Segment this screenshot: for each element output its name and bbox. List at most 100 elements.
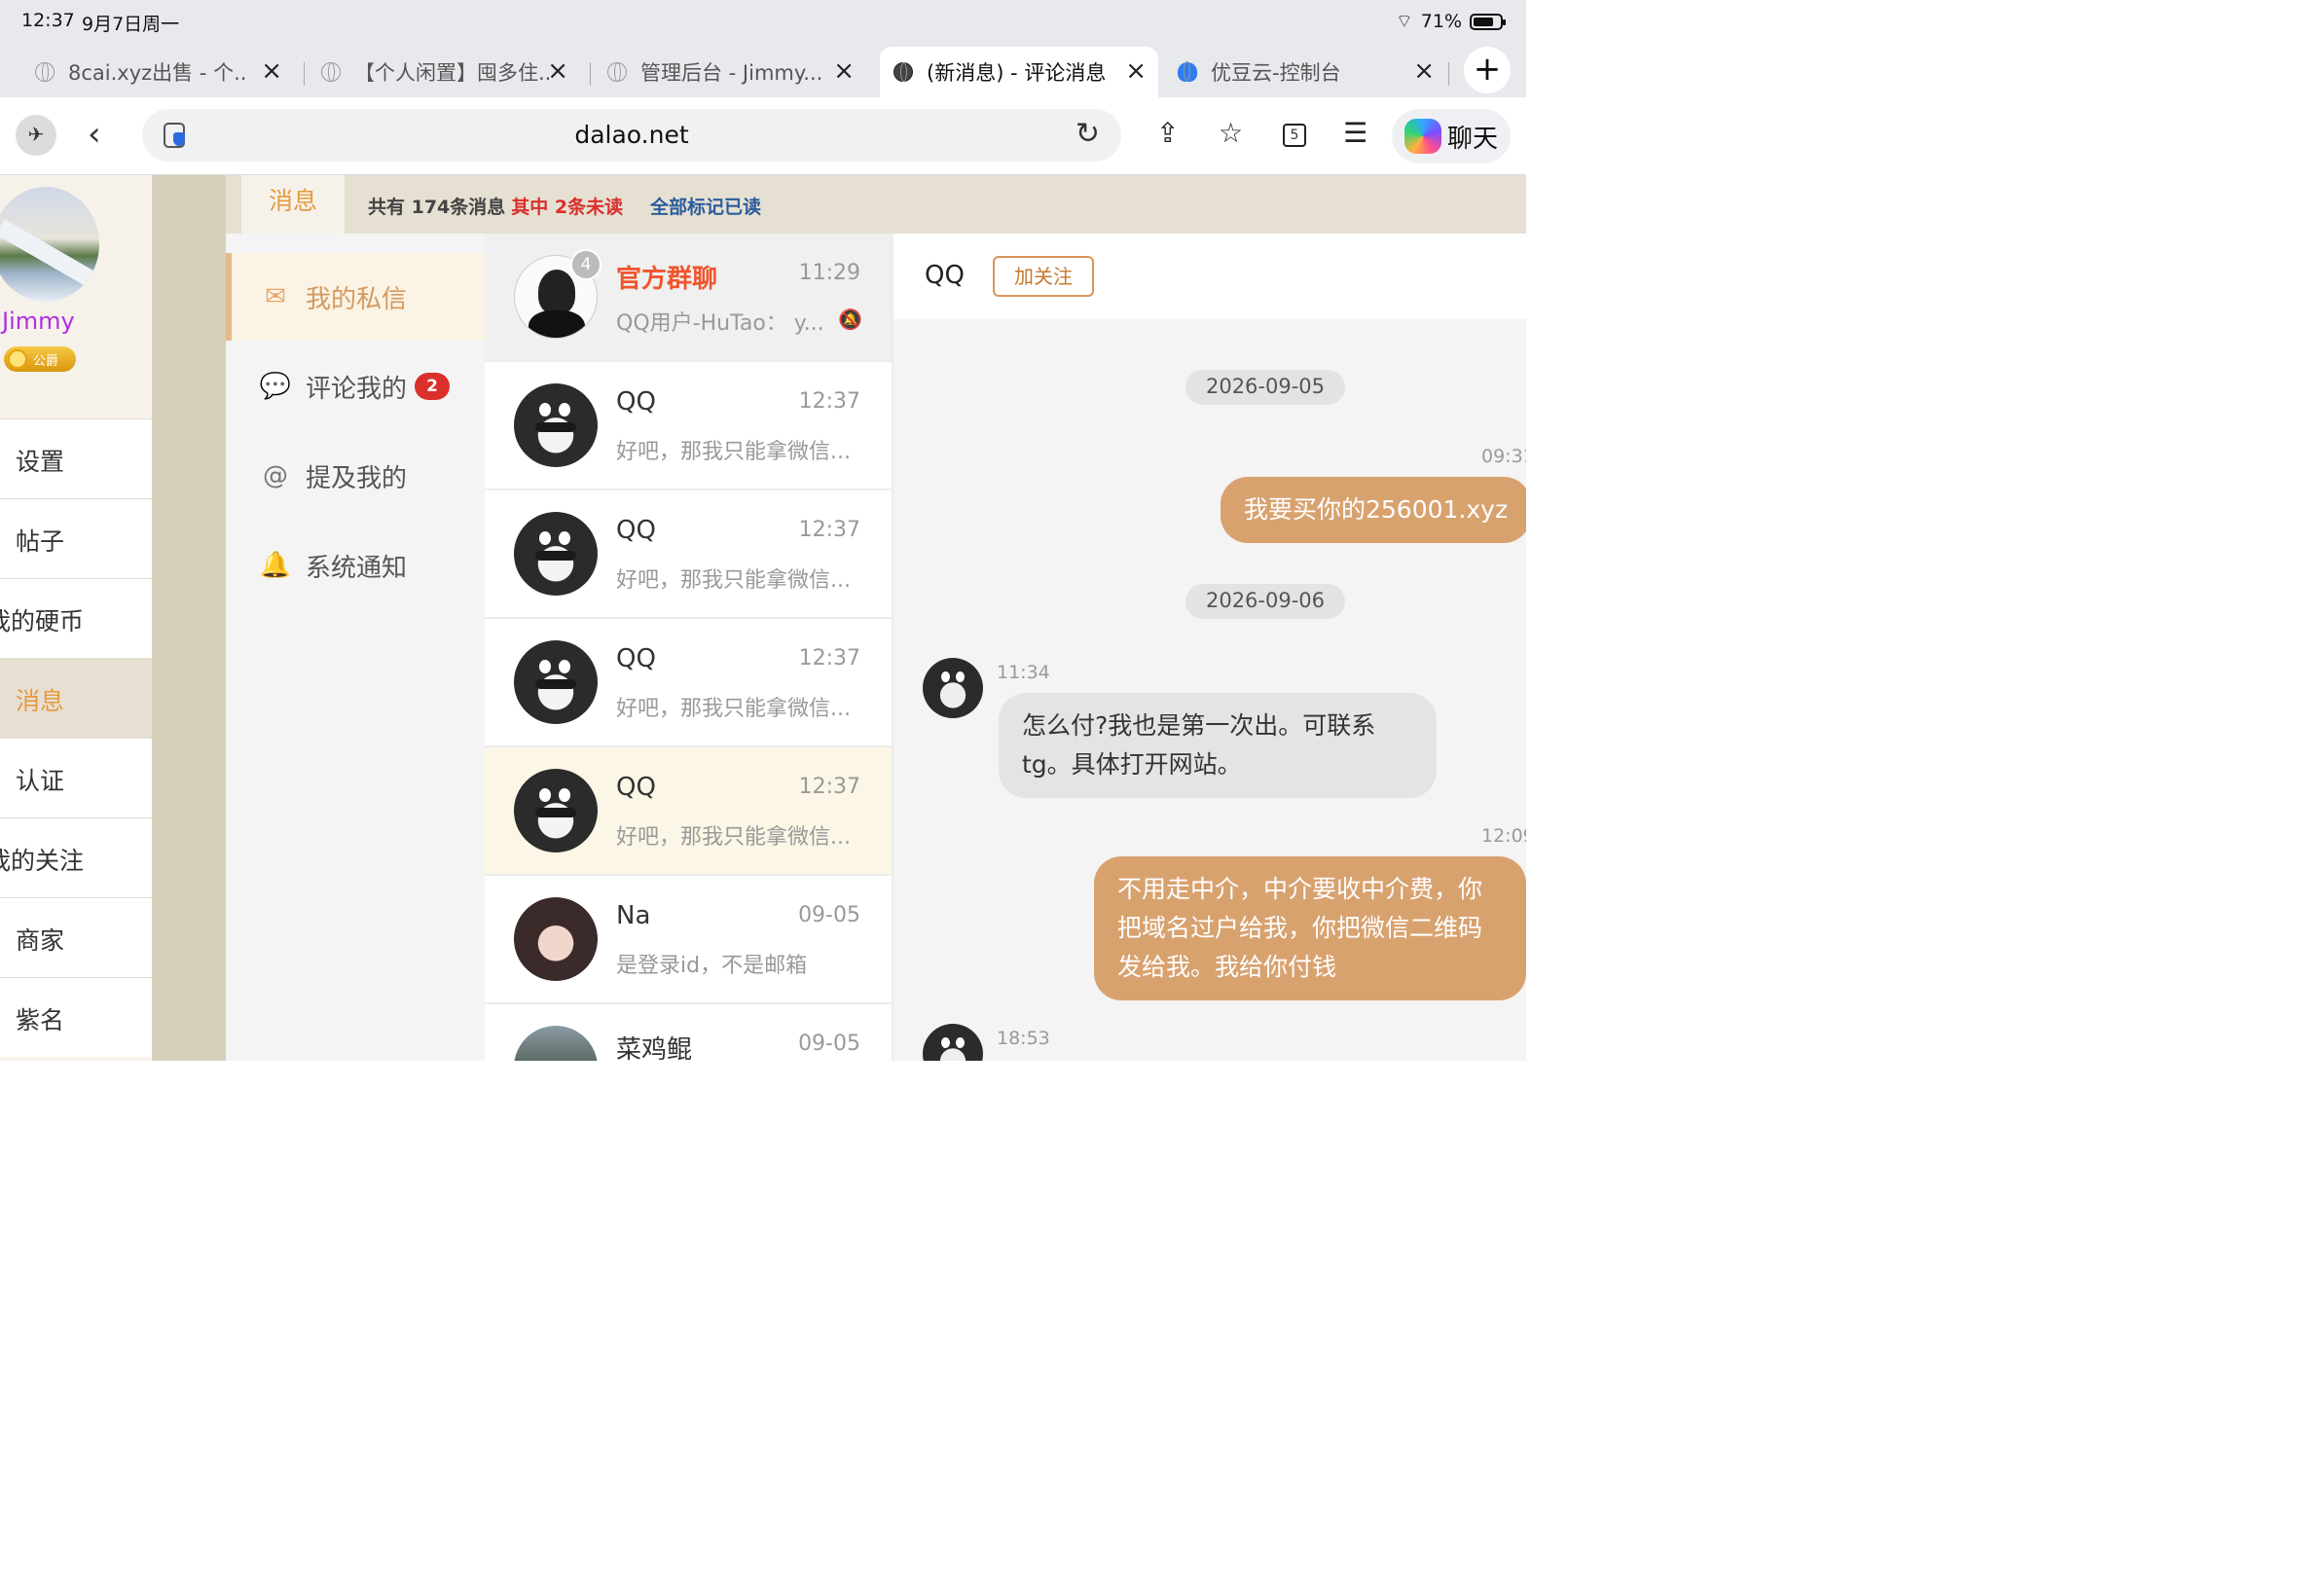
conversation-item[interactable]: QQ 12:37 好吧，那我只能拿微信... (485, 490, 892, 617)
conversation-time: 09-05 (798, 1032, 860, 1056)
browser-tab-active[interactable]: (新消息) - 评论消息 × (880, 47, 1158, 97)
outgoing-message: 不用走中介，中介要收中介费，你把域名过户给我，你把微信二维码发给我。我给你付钱 (1094, 856, 1526, 1000)
category-label: 提及我的 (306, 463, 408, 493)
conversation-name: QQ (616, 773, 656, 802)
conversation-name: QQ (616, 387, 656, 417)
conversation-item[interactable]: QQ 12:37 好吧，那我只能拿微信... (485, 619, 892, 745)
avatar (514, 512, 598, 596)
copilot-chat-button[interactable]: 聊天 (1392, 109, 1511, 163)
at-icon: @ (263, 461, 288, 490)
reload-icon[interactable]: ↻ (1076, 117, 1100, 151)
username[interactable]: Jimmy (2, 308, 75, 335)
incoming-message: 怎么付?我也是第一次出。可联系tg。具体打开网站。 (999, 693, 1437, 798)
mute-icon: 🔕 (838, 308, 862, 331)
nav-item-settings[interactable]: 设置 (0, 418, 152, 498)
tab-divider (304, 62, 305, 86)
avatar[interactable] (923, 658, 983, 718)
status-time: 12:37 (21, 10, 75, 31)
conversation-preview: 好吧，那我只能拿微信... (616, 568, 851, 593)
chat-title: QQ (925, 261, 965, 290)
nav-item-following[interactable]: 我的关注 (0, 817, 152, 897)
address-bar[interactable]: dalao.net ↻ (142, 109, 1121, 162)
tab-title: 【个人闲置】囤多住.. (354, 61, 552, 85)
user-sidebar: Jimmy 公爵 设置 帖子 我的硬币 消息 认证 我的关注 商家 紫名 (0, 175, 152, 1061)
tab-messages[interactable]: 消息 (241, 175, 345, 234)
message-categories: ✉ 我的私信 💬 评论我的 2 @ 提及我的 🔔 系统通知 (226, 234, 485, 1061)
mark-all-read-link[interactable]: 全部标记已读 (650, 193, 761, 219)
nav-item-verification[interactable]: 认证 (0, 738, 152, 817)
tab-title: 8cai.xyz出售 - 个.. (68, 61, 247, 85)
message-time: 12:09 (1481, 825, 1526, 847)
rank-label: 公爵 (33, 353, 59, 369)
browser-tab[interactable]: 管理后台 - Jimmy... × (607, 47, 866, 97)
conversation-preview: 好吧，那我只能拿微信... (616, 825, 851, 850)
nav-item-messages[interactable]: 消息 (0, 658, 152, 738)
conversation-name: 菜鸡鲲 (616, 1035, 693, 1061)
category-private-messages[interactable]: ✉ 我的私信 (226, 253, 485, 341)
browser-tab[interactable]: 优豆云-控制台 × (1178, 47, 1446, 97)
user-nav: 设置 帖子 我的硬币 消息 认证 我的关注 商家 紫名 (0, 418, 152, 1057)
conversation-list: 4 官方群聊 11:29 QQ用户-HuTao： y... 🔕 QQ 12:37… (485, 234, 893, 1061)
conversation-item[interactable]: QQ 12:37 好吧，那我只能拿微信... (485, 362, 892, 489)
comment-icon: 💬 (259, 372, 292, 401)
avatar[interactable] (0, 187, 99, 302)
browser-tab[interactable]: 【个人闲置】囤多住.. × (321, 47, 580, 97)
new-tab-button[interactable]: + (1464, 47, 1511, 93)
background-strip (152, 175, 226, 1061)
battery-icon (1470, 13, 1506, 30)
conversation-time: 09-05 (798, 903, 860, 927)
share-icon[interactable]: ⇪ (1156, 117, 1179, 149)
conversation-item[interactable]: 4 官方群聊 11:29 QQ用户-HuTao： y... 🔕 (485, 234, 892, 360)
status-indicators: ⌔ 71% (1396, 10, 1506, 33)
category-mentions[interactable]: @ 提及我的 (226, 432, 485, 520)
conversation-name: QQ (616, 644, 656, 673)
avatar (514, 769, 598, 852)
conversation-time: 12:37 (798, 389, 860, 414)
category-label: 系统通知 (306, 553, 408, 583)
tab-count-button[interactable]: 5 (1283, 124, 1306, 147)
back-icon[interactable]: ‹ (88, 115, 101, 154)
tab-divider (1448, 62, 1449, 86)
coin-icon (8, 349, 27, 369)
nav-item-purple-name[interactable]: 紫名 (0, 977, 152, 1057)
browser-tab[interactable]: 8cai.xyz出售 - 个.. × (35, 47, 294, 97)
outgoing-message: 我要买你的256001.xyz (1221, 477, 1526, 543)
unread-badge: 4 (570, 249, 602, 280)
battery-percent: 71% (1420, 11, 1462, 32)
globe-icon (321, 62, 341, 82)
category-label: 评论我的 (306, 374, 408, 404)
conversation-item-active[interactable]: QQ 12:37 好吧，那我只能拿微信... (485, 747, 892, 874)
category-comments[interactable]: 💬 评论我的 2 (226, 343, 485, 430)
conversation-item[interactable]: Na 09-05 是登录id，不是邮箱 (485, 876, 892, 1002)
profile-icon[interactable]: ✈ (16, 115, 56, 156)
nav-item-merchant[interactable]: 商家 (0, 897, 152, 977)
tab-title: (新消息) - 评论消息 (927, 61, 1107, 85)
nav-item-posts[interactable]: 帖子 (0, 498, 152, 578)
conversation-time: 12:37 (798, 518, 860, 542)
conversation-name: 官方群聊 (616, 265, 718, 294)
menu-icon[interactable]: ☰ (1343, 117, 1367, 149)
category-system-notices[interactable]: 🔔 系统通知 (226, 522, 485, 609)
follow-button[interactable]: 加关注 (993, 256, 1094, 297)
tab-title: 管理后台 - Jimmy... (640, 61, 823, 85)
conversation-item[interactable]: 菜鸡鲲 09-05 (485, 1004, 892, 1061)
close-tab-icon[interactable]: × (1413, 58, 1435, 84)
category-label: 我的私信 (306, 284, 408, 314)
unread-count: 其中 2条未读 (511, 197, 624, 218)
conversation-time: 12:37 (798, 646, 860, 671)
tab-divider (590, 62, 591, 86)
close-tab-icon[interactable]: × (1125, 58, 1147, 84)
messages-header: 消息 共有 174条消息 其中 2条未读 全部标记已读 (226, 175, 1526, 234)
conversation-preview: QQ用户-HuTao： y... (616, 311, 824, 336)
avatar[interactable] (923, 1024, 983, 1061)
close-tab-icon[interactable]: × (547, 58, 568, 84)
globe-icon (35, 62, 55, 82)
message-stats: 共有 174条消息 其中 2条未读 (368, 193, 623, 219)
url-text[interactable]: dalao.net (142, 121, 1121, 149)
date-separator: 2026-09-06 (1185, 584, 1345, 619)
nav-item-coins[interactable]: 我的硬币 (0, 578, 152, 658)
close-tab-icon[interactable]: × (833, 58, 855, 84)
star-icon[interactable]: ☆ (1219, 117, 1243, 149)
close-tab-icon[interactable]: × (261, 58, 282, 84)
date-separator: 2026-09-05 (1185, 370, 1345, 405)
